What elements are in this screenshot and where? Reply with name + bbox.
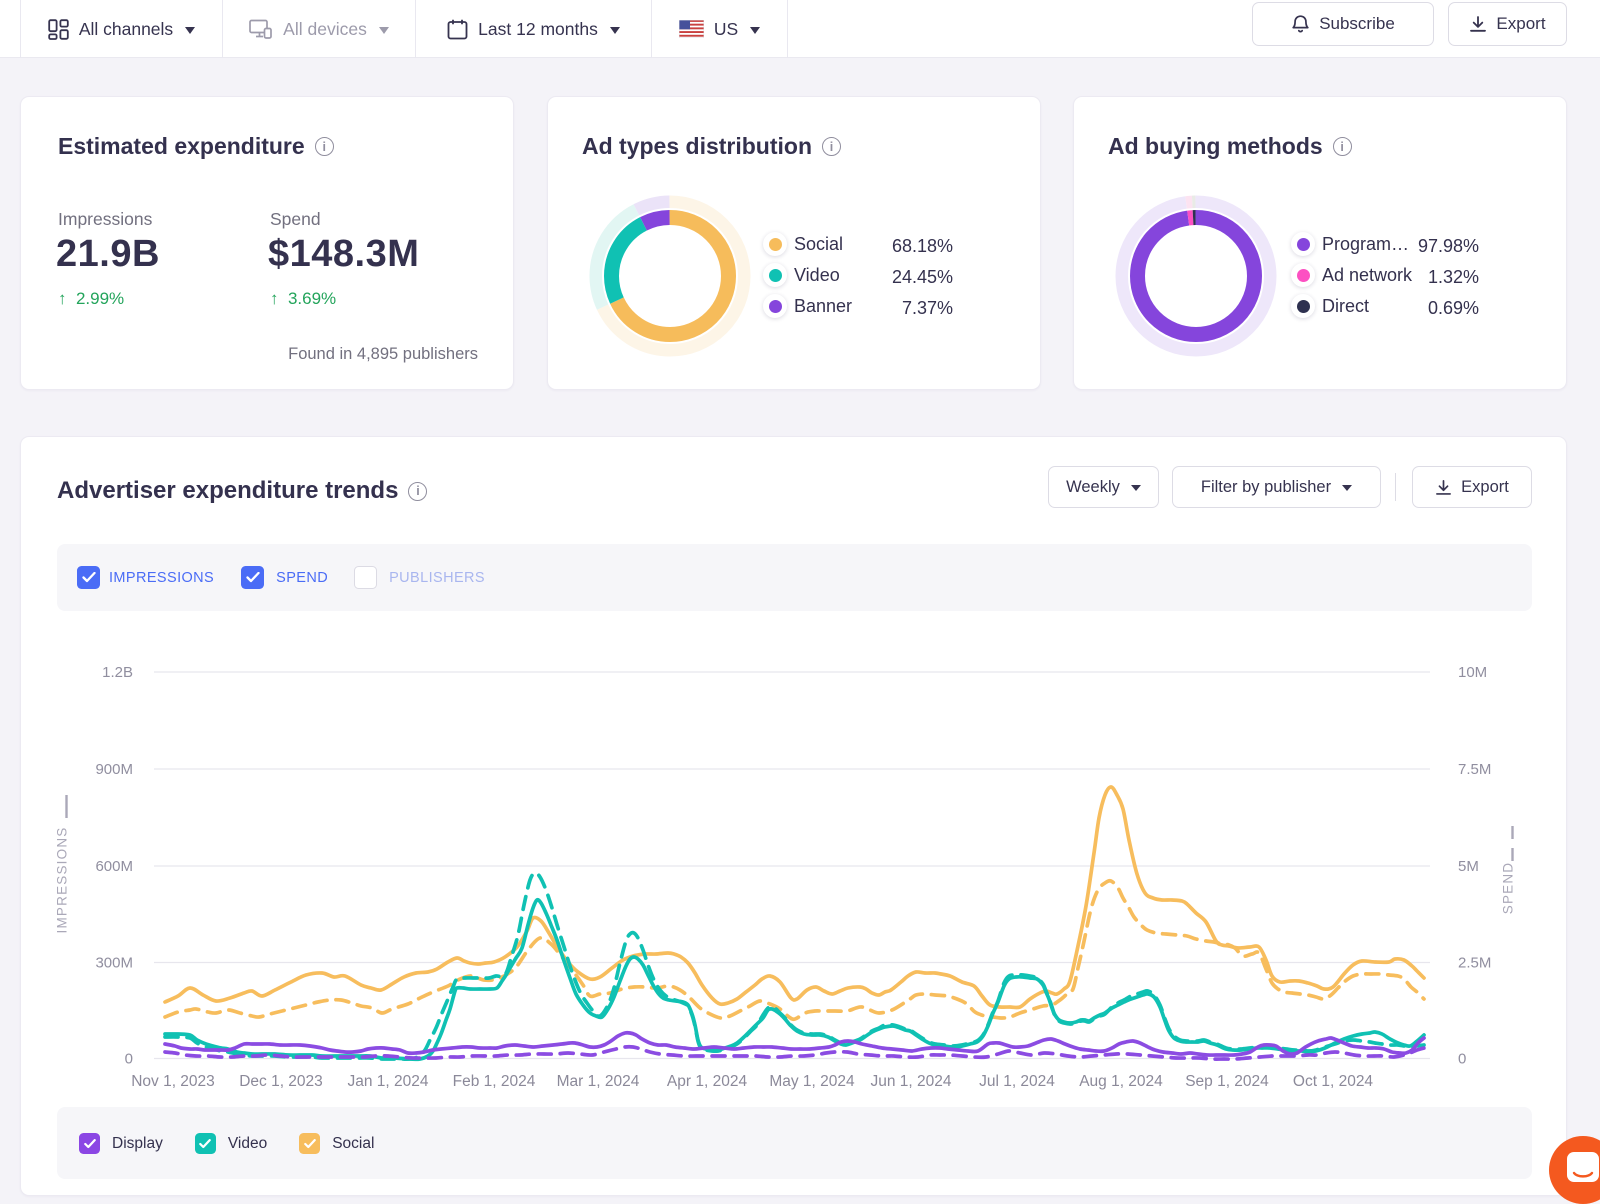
- svg-text:10M: 10M: [1458, 664, 1487, 681]
- svg-text:IMPRESSIONS: IMPRESSIONS: [55, 827, 70, 934]
- svg-text:Mar 1, 2024: Mar 1, 2024: [557, 1073, 640, 1090]
- svg-text:Apr 1, 2024: Apr 1, 2024: [667, 1073, 748, 1090]
- svg-text:5M: 5M: [1458, 858, 1479, 875]
- svg-text:0: 0: [125, 1051, 133, 1068]
- svg-text:Feb 1, 2024: Feb 1, 2024: [453, 1073, 536, 1090]
- svg-text:Aug 1, 2024: Aug 1, 2024: [1079, 1073, 1163, 1090]
- svg-text:7.5M: 7.5M: [1458, 761, 1491, 778]
- svg-text:Sep 1, 2024: Sep 1, 2024: [1185, 1073, 1269, 1090]
- svg-text:Nov 1, 2023: Nov 1, 2023: [131, 1073, 215, 1090]
- svg-text:600M: 600M: [95, 858, 133, 875]
- svg-text:SPEND: SPEND: [1501, 862, 1516, 915]
- svg-text:300M: 300M: [95, 955, 133, 972]
- svg-text:0: 0: [1458, 1051, 1466, 1068]
- svg-text:2.5M: 2.5M: [1458, 955, 1491, 972]
- svg-text:900M: 900M: [95, 761, 133, 778]
- svg-text:Jul 1, 2024: Jul 1, 2024: [979, 1073, 1055, 1090]
- svg-text:Dec 1, 2023: Dec 1, 2023: [239, 1073, 323, 1090]
- svg-text:1.2B: 1.2B: [102, 664, 133, 681]
- svg-text:Jan 1, 2024: Jan 1, 2024: [347, 1073, 428, 1090]
- svg-text:Jun 1, 2024: Jun 1, 2024: [870, 1073, 951, 1090]
- svg-text:May 1, 2024: May 1, 2024: [769, 1073, 855, 1090]
- svg-text:Oct 1, 2024: Oct 1, 2024: [1293, 1073, 1374, 1090]
